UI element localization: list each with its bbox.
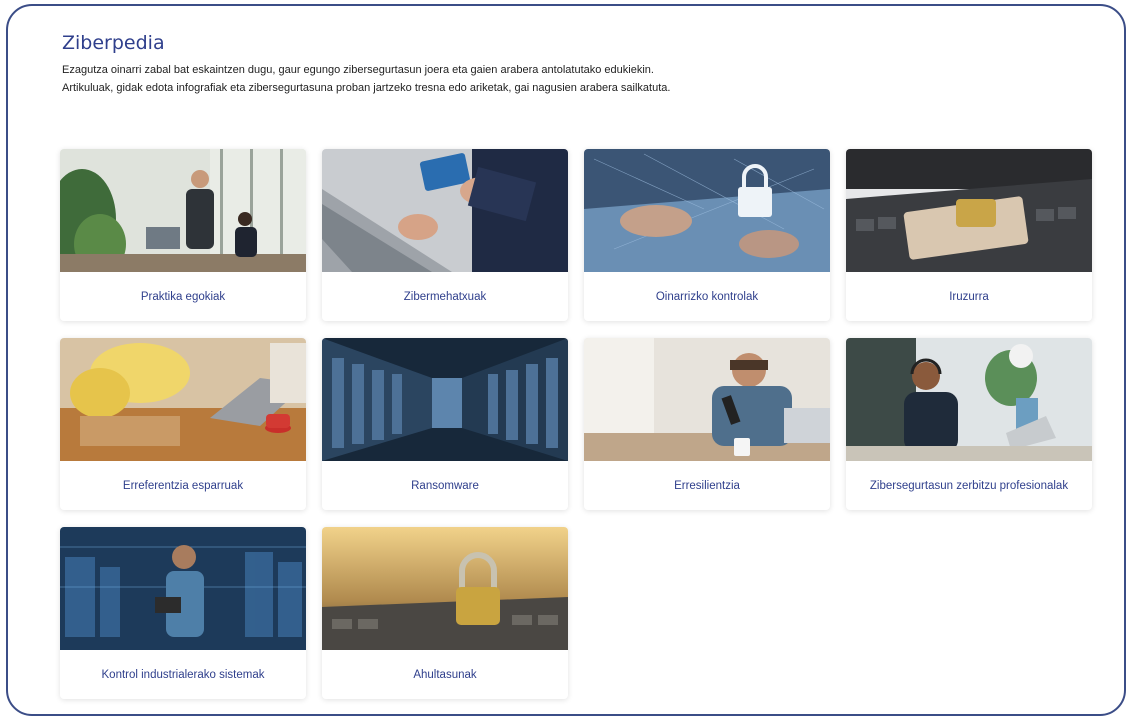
topic-card-label: Kontrol industrialerako sistemak	[101, 668, 265, 681]
desk-laptop-cup-photo	[60, 338, 306, 461]
topic-card-zibersegurtasun-zerbitzu-profesionalak[interactable]: Zibersegurtasun zerbitzu profesionalak	[846, 338, 1092, 510]
headset-woman-photo	[846, 338, 1092, 461]
topic-card-ahultasunak[interactable]: Ahultasunak	[322, 527, 568, 699]
topic-card-erreferentzia-esparruak[interactable]: Erreferentzia esparruak	[60, 338, 306, 510]
office-meeting-photo	[60, 149, 306, 272]
topic-card-oinarrizko-kontrolak[interactable]: Oinarrizko kontrolak	[584, 149, 830, 321]
topic-card-label: Iruzurra	[949, 290, 989, 303]
topic-card-label: Praktika egokiak	[140, 290, 226, 303]
topic-card-label: Zibersegurtasun zerbitzu profesionalak	[869, 479, 1069, 492]
topic-card-label: Ransomware	[411, 479, 479, 492]
topic-card-iruzurra[interactable]: Iruzurra	[846, 149, 1092, 321]
credit-card-laptop-photo	[322, 149, 568, 272]
keyboard-padlock-photo	[584, 149, 830, 272]
topic-card-praktika-egokiak[interactable]: Praktika egokiak	[60, 149, 306, 321]
padlock-keyboard-photo	[322, 527, 568, 650]
industrial-engineer-photo	[60, 527, 306, 650]
intro-text: Ezagutza oinarri zabal bat eskaintzen du…	[62, 61, 670, 97]
topic-card-label: Ahultasunak	[413, 668, 477, 681]
topic-card-label: Erresilientzia	[674, 479, 740, 492]
topic-card-label: Erreferentzia esparruak	[122, 479, 244, 492]
server-room-photo	[322, 338, 568, 461]
topic-card-label: Zibermehatxuak	[403, 290, 487, 303]
intro-line-1: Ezagutza oinarri zabal bat eskaintzen du…	[62, 64, 654, 76]
intro-line-2: Artikuluak, gidak edota infografiak eta …	[62, 82, 671, 94]
stressed-man-phone-photo	[584, 338, 830, 461]
topic-card-zibermehatxuak[interactable]: Zibermehatxuak	[322, 149, 568, 321]
topic-card-kontrol-industrialerako-sistemak[interactable]: Kontrol industrialerako sistemak	[60, 527, 306, 699]
topic-grid: Praktika egokiak Zibermehatxuak Oinarriz…	[60, 149, 1092, 699]
page-title: Ziberpedia	[62, 32, 165, 54]
topic-card-label: Oinarrizko kontrolak	[655, 290, 759, 303]
topic-card-erresilientzia[interactable]: Erresilientzia	[584, 338, 830, 510]
topic-card-ransomware[interactable]: Ransomware	[322, 338, 568, 510]
cards-padlock-keyboard-photo	[846, 149, 1092, 272]
